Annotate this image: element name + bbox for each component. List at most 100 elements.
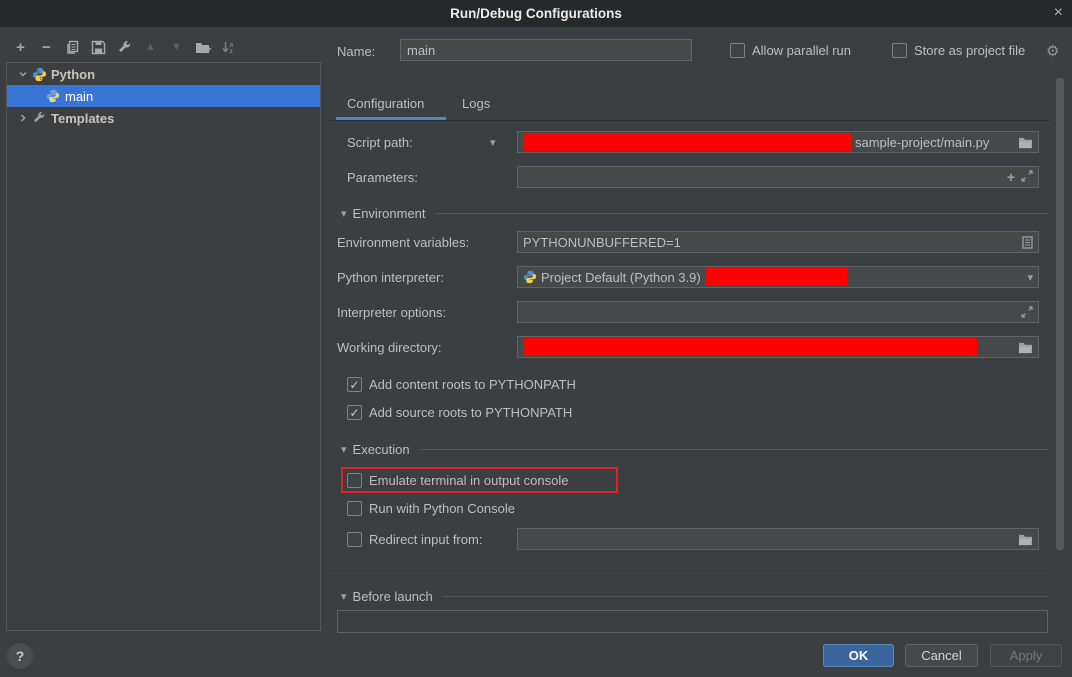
apply-button: Apply	[990, 644, 1062, 667]
browse-folder-icon[interactable]	[1018, 136, 1033, 149]
gear-icon[interactable]: ⚙	[1046, 42, 1059, 60]
section-collapse-icon[interactable]: ▾	[341, 590, 347, 603]
interpreter-options-label: Interpreter options:	[337, 305, 446, 320]
content-bottom-separator	[330, 570, 1049, 571]
help-button[interactable]: ?	[7, 643, 33, 669]
tabs-separator	[330, 120, 1049, 121]
name-input[interactable]	[400, 39, 692, 61]
before-launch-section-label: Before launch	[353, 589, 433, 604]
working-directory-label: Working directory:	[337, 340, 442, 355]
tree-item-label: main	[65, 89, 93, 104]
titlebar: Run/Debug Configurations ×	[0, 0, 1072, 27]
redaction-block	[523, 133, 851, 151]
section-divider	[443, 596, 1048, 597]
tree-item-templates[interactable]: Templates	[7, 107, 320, 129]
chevron-right-icon[interactable]	[15, 113, 31, 123]
checkbox-unchecked[interactable]	[892, 43, 907, 58]
wrench-icon	[31, 110, 47, 126]
section-divider	[436, 213, 1048, 214]
expand-icon[interactable]	[1021, 170, 1033, 185]
add-icon[interactable]: +	[12, 39, 29, 56]
allow-parallel-run-checkbox[interactable]: Allow parallel run	[730, 43, 851, 58]
add-content-roots-label: Add content roots to PYTHONPATH	[369, 377, 576, 392]
browse-folder-icon[interactable]	[1018, 533, 1033, 546]
emulate-terminal-label: Emulate terminal in output console	[369, 473, 568, 488]
edit-templates-wrench-icon[interactable]	[116, 39, 133, 56]
insert-macro-plus-icon[interactable]: +	[1007, 169, 1015, 185]
script-path-dropdown-icon[interactable]: ▾	[490, 136, 496, 149]
checkbox-unchecked[interactable]	[347, 532, 362, 547]
working-directory-field[interactable]	[517, 336, 1039, 358]
emulate-terminal-highlight-box: Emulate terminal in output console	[341, 467, 618, 493]
parameters-label: Parameters:	[347, 170, 418, 185]
svg-text:z: z	[230, 48, 234, 55]
tree-item-python[interactable]: Python	[7, 63, 320, 85]
close-icon[interactable]: ×	[1054, 0, 1063, 27]
interpreter-options-field[interactable]	[517, 301, 1039, 323]
environment-variables-label: Environment variables:	[337, 235, 469, 250]
redaction-block	[705, 268, 847, 286]
python-interpreter-value: Project Default (Python 3.9)	[541, 270, 701, 285]
python-icon	[45, 88, 61, 104]
tab-configuration[interactable]: Configuration	[347, 96, 424, 111]
redaction-block	[523, 338, 977, 356]
run-with-python-console-checkbox[interactable]: Run with Python Console	[347, 501, 515, 516]
script-path-field[interactable]: sample-project/main.py	[517, 131, 1039, 153]
edit-variables-icon[interactable]	[1022, 236, 1033, 249]
ok-button[interactable]: OK	[823, 644, 894, 667]
add-content-roots-checkbox[interactable]: ✓ Add content roots to PYTHONPATH	[347, 377, 576, 392]
run-debug-configurations-dialog: Run/Debug Configurations × + − ▲ ▼ az	[0, 0, 1072, 677]
tree-item-main[interactable]: main	[7, 85, 320, 107]
python-icon	[523, 270, 537, 284]
browse-folder-icon[interactable]	[1018, 341, 1033, 354]
store-as-project-file-checkbox[interactable]: Store as project file	[892, 43, 1025, 58]
environment-section-header[interactable]: ▾ Environment	[341, 206, 1048, 221]
chevron-down-icon[interactable]	[15, 69, 31, 79]
before-launch-task-list[interactable]	[337, 610, 1048, 633]
vertical-scrollbar[interactable]	[1056, 78, 1064, 550]
checkbox-checked[interactable]: ✓	[347, 405, 362, 420]
python-icon	[31, 66, 47, 82]
emulate-terminal-checkbox[interactable]	[347, 473, 362, 488]
checkbox-unchecked[interactable]	[347, 501, 362, 516]
move-down-icon: ▼	[168, 39, 185, 56]
python-interpreter-select[interactable]: Project Default (Python 3.9) ▾	[517, 266, 1039, 288]
tab-logs[interactable]: Logs	[462, 96, 490, 111]
redirect-input-label: Redirect input from:	[369, 532, 482, 547]
configurations-tree: Python main Templates	[6, 62, 321, 631]
tree-item-label: Templates	[51, 111, 114, 126]
checkbox-checked[interactable]: ✓	[347, 377, 362, 392]
environment-section-label: Environment	[353, 206, 426, 221]
checkbox-unchecked[interactable]	[730, 43, 745, 58]
new-folder-icon[interactable]	[194, 39, 211, 56]
expand-icon[interactable]	[1021, 306, 1033, 318]
script-path-label: Script path:	[347, 135, 413, 150]
store-as-project-file-label: Store as project file	[914, 43, 1025, 58]
copy-icon[interactable]	[64, 39, 81, 56]
environment-variables-field[interactable]: PYTHONUNBUFFERED=1	[517, 231, 1039, 253]
section-collapse-icon[interactable]: ▾	[341, 207, 347, 220]
cancel-button[interactable]: Cancel	[905, 644, 978, 667]
run-with-python-console-label: Run with Python Console	[369, 501, 515, 516]
parameters-field[interactable]: +	[517, 166, 1039, 188]
chevron-down-icon[interactable]: ▾	[1027, 271, 1033, 284]
dialog-title: Run/Debug Configurations	[0, 0, 1072, 27]
name-label: Name:	[337, 44, 375, 59]
section-divider	[420, 449, 1048, 450]
redirect-input-checkbox[interactable]: Redirect input from:	[347, 532, 482, 547]
execution-section-header[interactable]: ▾ Execution	[341, 442, 1048, 457]
add-source-roots-label: Add source roots to PYTHONPATH	[369, 405, 572, 420]
redirect-input-field[interactable]	[517, 528, 1039, 550]
tree-item-label: Python	[51, 67, 95, 82]
add-source-roots-checkbox[interactable]: ✓ Add source roots to PYTHONPATH	[347, 405, 572, 420]
configurations-toolbar: + − ▲ ▼ az	[12, 37, 237, 57]
save-icon[interactable]	[90, 39, 107, 56]
move-up-icon: ▲	[142, 39, 159, 56]
environment-variables-value: PYTHONUNBUFFERED=1	[523, 235, 681, 250]
execution-section-label: Execution	[353, 442, 410, 457]
before-launch-section-header[interactable]: ▾ Before launch	[341, 589, 1048, 604]
remove-icon[interactable]: −	[38, 39, 55, 56]
script-path-value: sample-project/main.py	[855, 135, 989, 150]
section-collapse-icon[interactable]: ▾	[341, 443, 347, 456]
sort-alphabetically-icon[interactable]: az	[220, 39, 237, 56]
